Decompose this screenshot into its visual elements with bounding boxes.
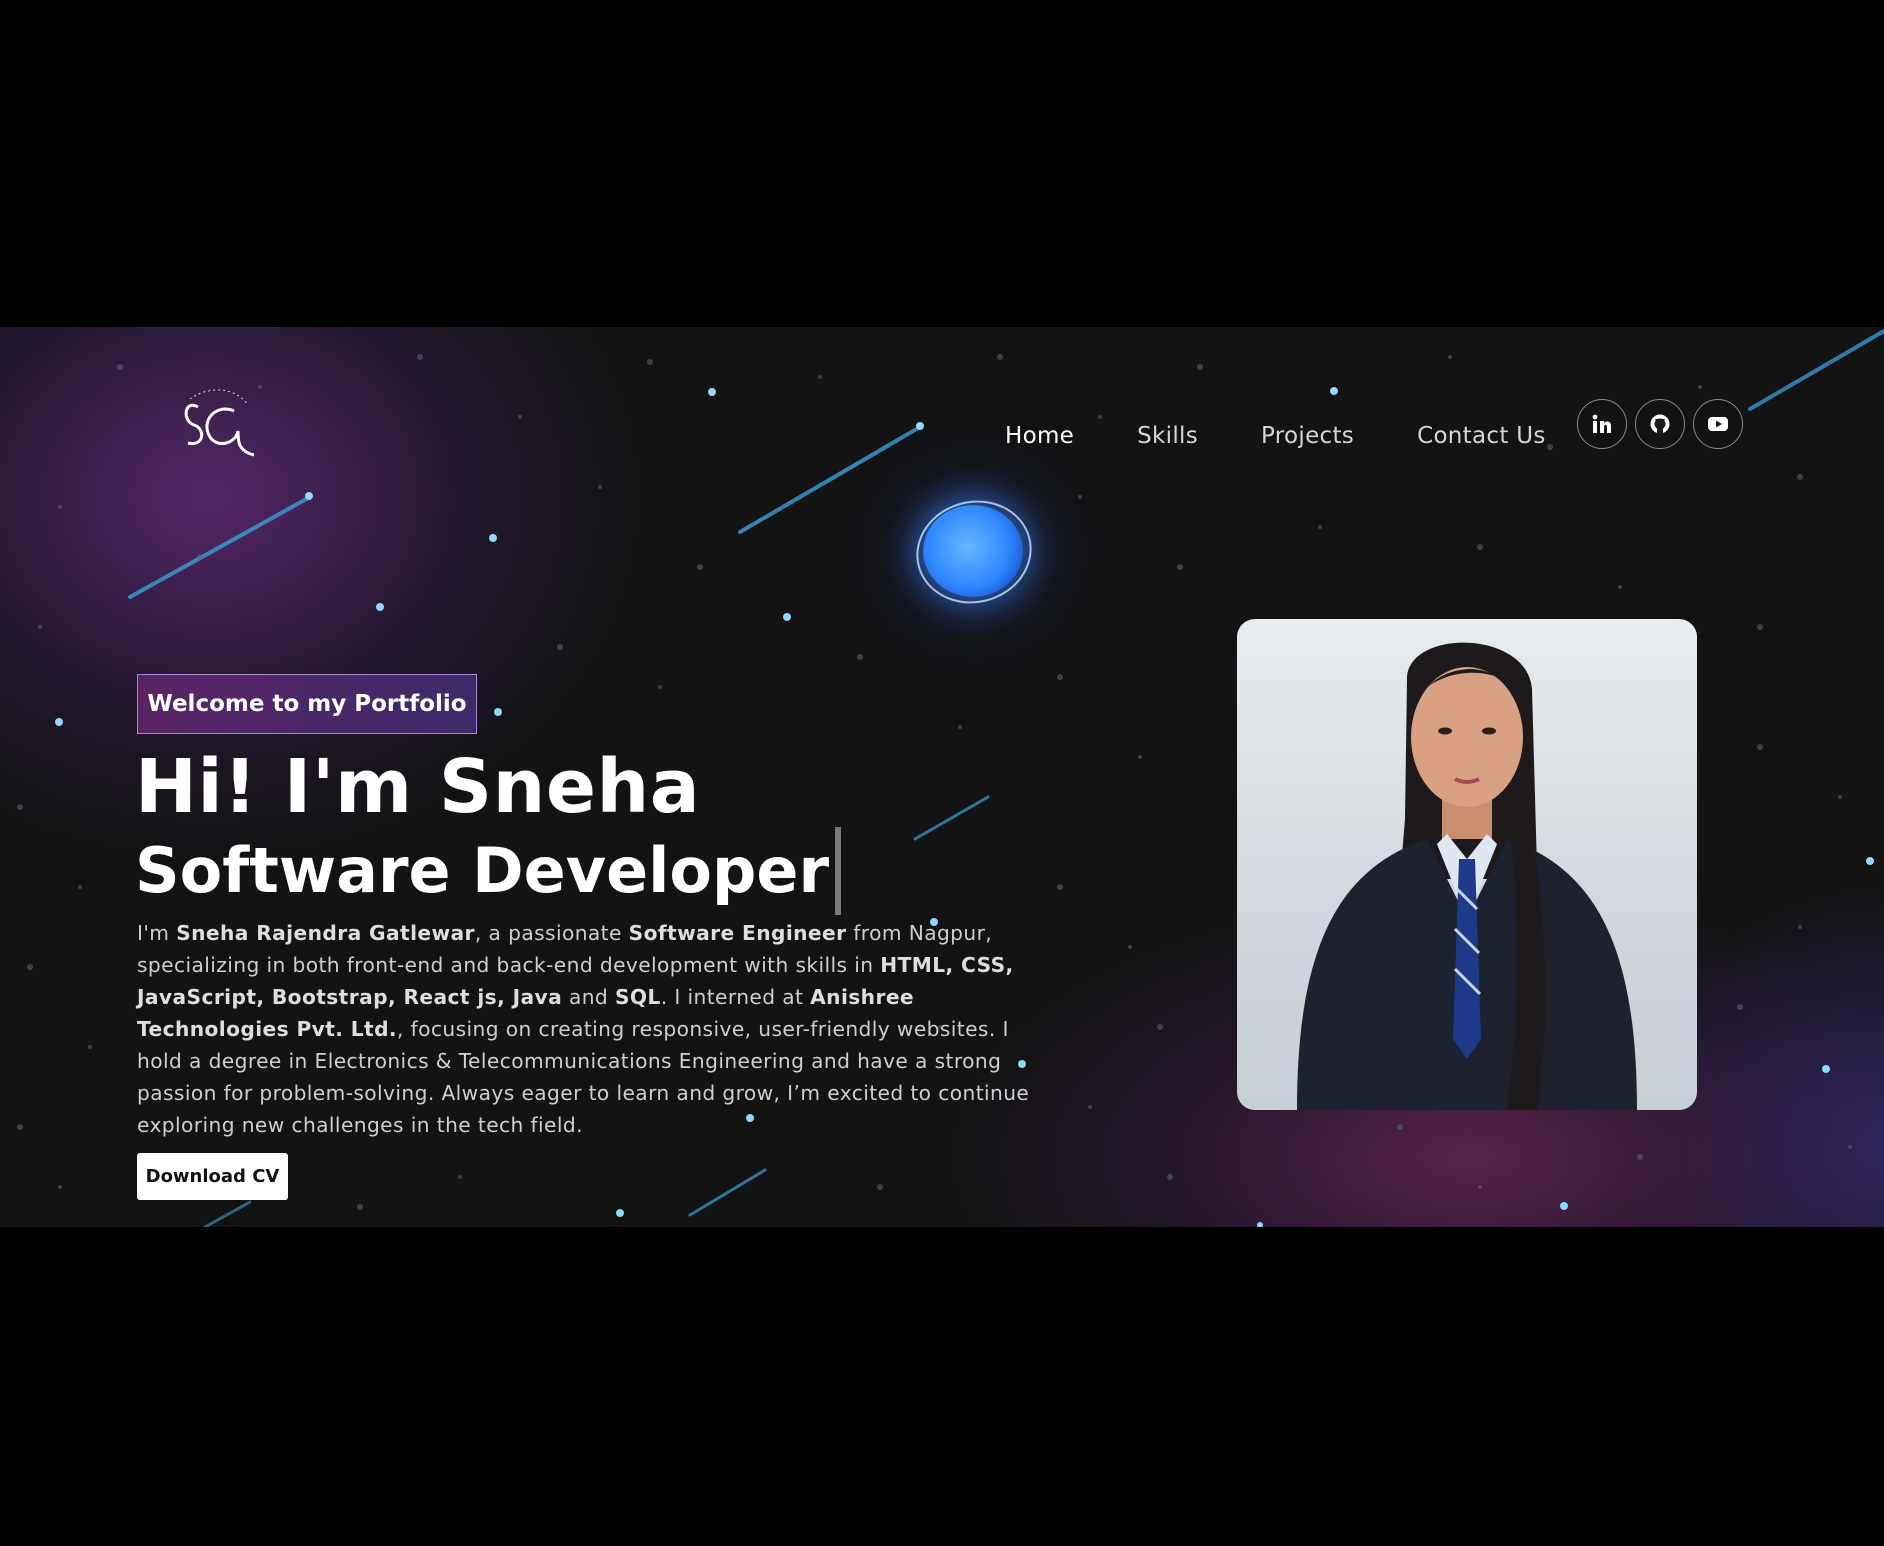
linkedin-button[interactable] bbox=[1577, 399, 1627, 449]
bio-text: , a passionate bbox=[474, 921, 629, 945]
star bbox=[916, 422, 924, 430]
bio-highlight: Sneha Rajendra Gatlewar bbox=[176, 921, 475, 945]
youtube-icon bbox=[1708, 417, 1728, 431]
hero-role: Software Developer bbox=[135, 827, 842, 915]
shooting-star-streak bbox=[688, 1168, 767, 1217]
star bbox=[1866, 857, 1874, 865]
hero-bio: I'm Sneha Rajendra Gatlewar, a passionat… bbox=[137, 917, 1037, 1141]
hero-role-text: Software Developer bbox=[135, 834, 830, 907]
bio-text: and bbox=[562, 985, 615, 1009]
linkedin-icon bbox=[1592, 414, 1611, 433]
github-button[interactable] bbox=[1635, 399, 1685, 449]
hero-title: Hi! I'm Sneha bbox=[135, 744, 701, 830]
star bbox=[55, 718, 63, 726]
bio-highlight: Software Engineer bbox=[628, 921, 847, 945]
star bbox=[708, 388, 716, 396]
nav-link-projects[interactable]: Projects bbox=[1261, 423, 1354, 449]
logo-monogram bbox=[184, 389, 255, 457]
bio-text: . I interned at bbox=[660, 985, 811, 1009]
shooting-star-streak bbox=[738, 425, 922, 534]
social-links bbox=[1577, 399, 1751, 449]
star bbox=[1822, 1065, 1830, 1073]
shooting-star-streak bbox=[913, 795, 990, 841]
profile-photo-illustration bbox=[1297, 642, 1637, 1110]
star bbox=[489, 534, 497, 542]
site-logo[interactable] bbox=[176, 385, 266, 465]
github-icon bbox=[1650, 414, 1670, 434]
portfolio-page: Home Skills Projects Contact Us Welcome … bbox=[0, 327, 1884, 1227]
download-cv-button[interactable]: Download CV bbox=[137, 1153, 288, 1200]
nav-link-home[interactable]: Home bbox=[1005, 423, 1074, 449]
shooting-star-streak bbox=[203, 1200, 252, 1227]
welcome-badge: Welcome to my Portfolio bbox=[137, 674, 477, 734]
star bbox=[1257, 1222, 1263, 1227]
youtube-button[interactable] bbox=[1693, 399, 1743, 449]
shooting-star-streak bbox=[128, 495, 312, 599]
letterbox-frame: Home Skills Projects Contact Us Welcome … bbox=[0, 0, 1884, 1546]
nav-link-skills[interactable]: Skills bbox=[1137, 423, 1198, 449]
shooting-star-streak bbox=[1748, 329, 1884, 411]
star bbox=[1330, 387, 1338, 395]
star bbox=[783, 613, 791, 621]
star bbox=[376, 603, 384, 611]
star bbox=[616, 1209, 624, 1217]
bio-highlight: SQL bbox=[614, 985, 661, 1009]
star bbox=[494, 708, 502, 716]
typing-cursor bbox=[835, 827, 842, 915]
star bbox=[1560, 1202, 1568, 1210]
bio-text: I'm bbox=[137, 921, 177, 945]
profile-photo bbox=[1237, 619, 1697, 1110]
nav-link-contact[interactable]: Contact Us bbox=[1417, 423, 1546, 449]
star bbox=[305, 492, 313, 500]
main-nav: Home Skills Projects Contact Us bbox=[1005, 411, 1609, 461]
